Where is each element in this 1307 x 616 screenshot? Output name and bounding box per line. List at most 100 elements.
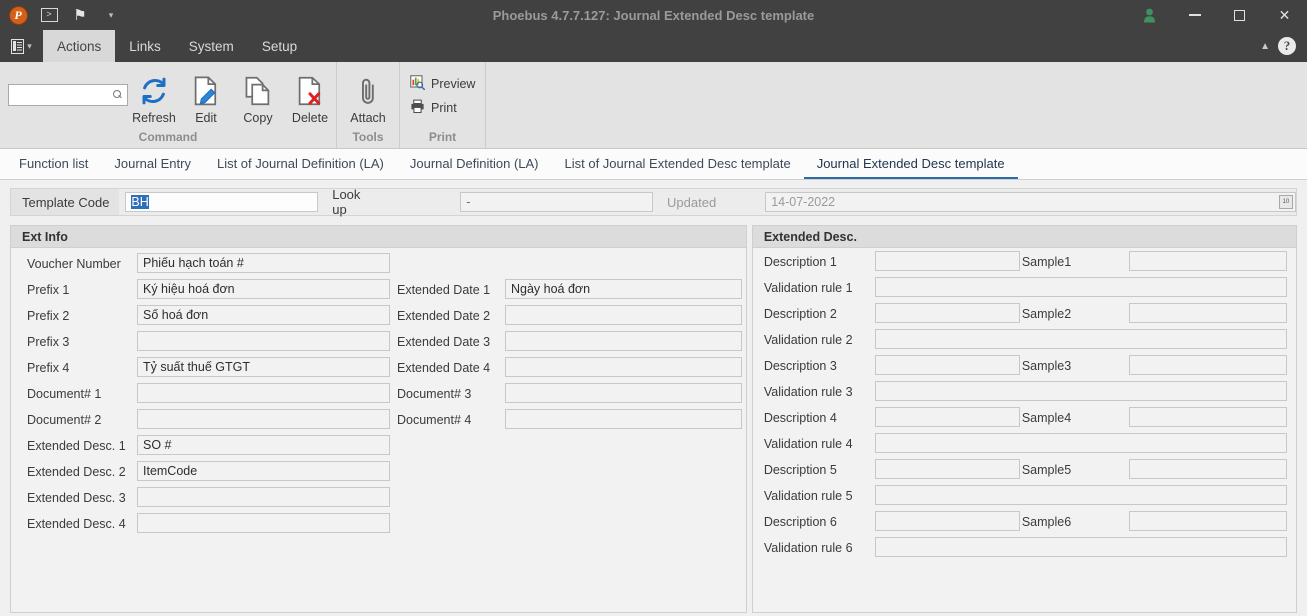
close-button[interactable]: ✕: [1262, 0, 1307, 30]
maximize-button[interactable]: [1217, 0, 1262, 30]
input-prefix-4[interactable]: Tỷ suất thuế GTGT: [137, 357, 390, 377]
button-label: Refresh: [132, 111, 176, 125]
input-validation-rule-5[interactable]: [874, 485, 1287, 505]
input-document-4[interactable]: [505, 409, 742, 429]
run-icon: >: [40, 8, 58, 22]
content-area: Template Code BH Look up - Updated 14-07…: [0, 180, 1307, 616]
document-menu-icon: [11, 38, 25, 54]
app-menu-button[interactable]: ▾: [0, 30, 43, 62]
collapse-ribbon-button[interactable]: ▲: [1252, 41, 1278, 52]
input-description-3[interactable]: [874, 355, 1020, 375]
label-extended-desc-4: Extended Desc. 4: [27, 517, 126, 531]
input-prefix-2[interactable]: Số hoá đơn: [137, 305, 390, 325]
delete-button[interactable]: Delete: [284, 62, 336, 125]
input-sample-1[interactable]: [1128, 251, 1287, 271]
attach-button[interactable]: Attach: [337, 62, 399, 125]
ribbon-group-title: Tools: [352, 130, 384, 144]
title-bar: P > ⚑ ▾ Phoebus 4.7.7.127: Journal Exten…: [0, 0, 1307, 30]
button-label: Delete: [291, 111, 329, 125]
input-sample-4[interactable]: [1128, 407, 1287, 427]
app-logo[interactable]: P: [7, 5, 29, 25]
edit-button[interactable]: Edit: [180, 62, 232, 125]
tab-journal-extended-desc-template[interactable]: Journal Extended Desc template: [803, 149, 1018, 179]
input-validation-rule-3[interactable]: [874, 381, 1287, 401]
input-extended-date-1[interactable]: Ngày hoá đơn: [505, 279, 742, 299]
lookup-label: Look up: [332, 187, 361, 217]
field-value: Ngày hoá đơn: [511, 282, 591, 296]
label-sample-6: Sample6: [1021, 515, 1072, 529]
input-document-1[interactable]: [137, 383, 390, 403]
input-document-2[interactable]: [137, 409, 390, 429]
ribbon-group-title: Print: [428, 130, 457, 144]
input-description-2[interactable]: [874, 303, 1020, 323]
input-description-6[interactable]: [874, 511, 1020, 531]
label-document-1: Document# 1: [27, 387, 102, 401]
input-extended-desc-2[interactable]: ItemCode: [137, 461, 390, 481]
input-extended-date-4[interactable]: [505, 357, 742, 377]
lookup-input[interactable]: -: [460, 192, 654, 212]
input-prefix-1[interactable]: Ký hiệu hoá đơn: [137, 279, 390, 299]
extended-desc-body: Description 1 Sample1 Validation rule 1 …: [753, 248, 1296, 613]
template-code-input[interactable]: BH: [125, 192, 319, 212]
menu-item-actions[interactable]: Actions: [43, 30, 116, 62]
input-sample-3[interactable]: [1128, 355, 1287, 375]
menu-item-links[interactable]: Links: [115, 30, 175, 62]
tab-list-of-journal-definition[interactable]: List of Journal Definition (LA): [204, 149, 397, 179]
input-extended-desc-3[interactable]: [137, 487, 390, 507]
search-input[interactable]: [8, 84, 128, 106]
input-sample-2[interactable]: [1128, 303, 1287, 323]
input-document-3[interactable]: [505, 383, 742, 403]
input-validation-rule-4[interactable]: [874, 433, 1287, 453]
tab-function-list[interactable]: Function list: [6, 149, 101, 179]
updated-date-input[interactable]: 14-07-2022 10: [765, 192, 1296, 212]
menu-item-setup[interactable]: Setup: [248, 30, 311, 62]
tab-journal-entry[interactable]: Journal Entry: [101, 149, 204, 179]
print-button[interactable]: Print: [400, 96, 483, 120]
input-extended-date-2[interactable]: [505, 305, 742, 325]
updated-label: Updated: [667, 194, 717, 210]
button-label: Edit: [195, 111, 217, 125]
menu-item-label: System: [188, 38, 234, 54]
input-extended-desc-4[interactable]: [137, 513, 390, 533]
run-command-button[interactable]: >: [38, 5, 60, 25]
quick-access-dropdown[interactable]: ▾: [100, 5, 122, 25]
ext-info-body: Voucher Number Prefix 1 Prefix 2 Prefix …: [11, 248, 746, 613]
input-description-4[interactable]: [874, 407, 1020, 427]
refresh-button[interactable]: Refresh: [128, 62, 180, 125]
window-title: Phoebus 4.7.7.127: Journal Extended Desc…: [492, 7, 815, 23]
copy-button[interactable]: Copy: [232, 62, 284, 125]
label-voucher-number: Voucher Number: [27, 257, 121, 271]
label-description-5: Description 5: [763, 463, 837, 477]
label-document-4: Document# 4: [397, 413, 472, 427]
refresh-icon: [139, 72, 169, 110]
menu-bar-right: ▲ ?: [1252, 30, 1307, 62]
tab-list-of-journal-extended-desc-template[interactable]: List of Journal Extended Desc template: [552, 149, 804, 179]
bookmark-button[interactable]: ⚑: [69, 5, 91, 25]
tab-bar: Function list Journal Entry List of Jour…: [0, 149, 1307, 180]
input-sample-5[interactable]: [1128, 459, 1287, 479]
input-description-1[interactable]: [874, 251, 1020, 271]
input-extended-desc-1[interactable]: SO #: [137, 435, 390, 455]
minimize-button[interactable]: [1172, 0, 1217, 30]
preview-button[interactable]: Preview: [400, 72, 483, 96]
input-validation-rule-6[interactable]: [874, 537, 1287, 557]
label-sample-3: Sample3: [1021, 359, 1072, 373]
field-value: Phiếu hạch toán #: [143, 256, 244, 270]
input-description-5[interactable]: [874, 459, 1020, 479]
tab-label: List of Journal Definition (LA): [216, 155, 384, 171]
label-prefix-3: Prefix 3: [27, 335, 70, 349]
help-icon[interactable]: ?: [1278, 37, 1296, 55]
label-extended-desc-3: Extended Desc. 3: [27, 491, 126, 505]
input-validation-rule-2[interactable]: [874, 329, 1287, 349]
input-voucher-number[interactable]: Phiếu hạch toán #: [137, 253, 390, 273]
input-validation-rule-1[interactable]: [874, 277, 1287, 297]
tab-journal-definition[interactable]: Journal Definition (LA): [397, 149, 552, 179]
label-sample-5: Sample5: [1021, 463, 1072, 477]
input-prefix-3[interactable]: [137, 331, 390, 351]
user-account-button[interactable]: [1127, 0, 1172, 30]
menu-item-system[interactable]: System: [175, 30, 248, 62]
calendar-icon[interactable]: 10: [1278, 195, 1293, 209]
input-sample-6[interactable]: [1128, 511, 1287, 531]
label-document-2: Document# 2: [27, 413, 102, 427]
input-extended-date-3[interactable]: [505, 331, 742, 351]
